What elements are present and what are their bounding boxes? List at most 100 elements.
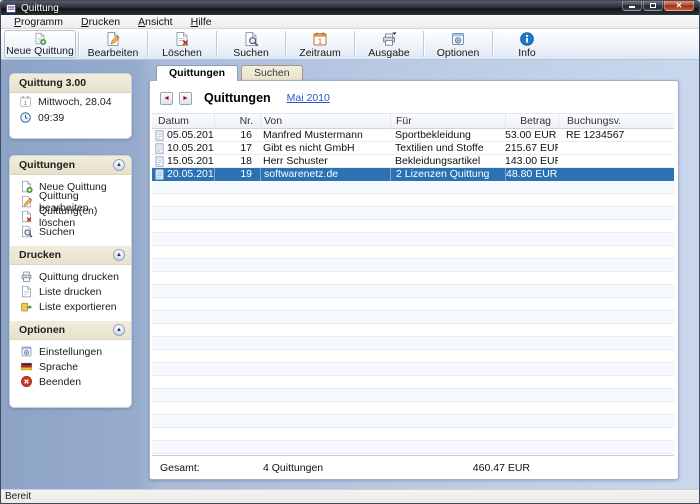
minimize-icon xyxy=(629,6,635,8)
tab-suchen[interactable]: Suchen xyxy=(241,65,303,81)
app-icon xyxy=(6,3,17,14)
section-header-quittungen[interactable]: Quittungen ▲ xyxy=(10,156,131,175)
column-header-datum[interactable]: Datum xyxy=(152,114,214,129)
column-header-nr[interactable]: Nr. xyxy=(214,114,260,129)
menu-bar: Programm Drucken Ansicht Hilfe xyxy=(1,15,699,29)
toolbar-output-button[interactable]: Ausgabe xyxy=(356,29,422,59)
toolbar-edit-button[interactable]: Bearbeiten xyxy=(80,29,146,59)
toolbar-separator xyxy=(492,31,493,57)
toolbar-search-button[interactable]: Suchen xyxy=(218,29,284,59)
cell-nr: 17 xyxy=(214,142,260,155)
toolbar-button-label: Ausgabe xyxy=(368,47,409,59)
toolbar-separator xyxy=(423,31,424,57)
sidebar-item-label: Suchen xyxy=(39,226,75,238)
toolbar-info-button[interactable]: Info xyxy=(494,29,560,59)
period-link[interactable]: Mai 2010 xyxy=(287,92,330,104)
receipt-doc-icon xyxy=(155,130,164,141)
sidebar-item-liste-exportieren[interactable]: Liste exportieren xyxy=(10,299,131,314)
clock-icon xyxy=(19,111,32,124)
toolbar-button-label: Optionen xyxy=(437,47,480,59)
cell-fuer: 2 Lizenzen Quittung xyxy=(390,168,505,181)
printer-icon xyxy=(381,31,397,47)
cell-buchungsv: RE 1234567 xyxy=(558,129,674,142)
toolbar-separator xyxy=(216,31,217,57)
receipt-doc-icon xyxy=(155,143,164,154)
export-icon xyxy=(20,300,33,313)
column-header-fuer[interactable]: Für xyxy=(390,114,505,129)
info-icon xyxy=(519,31,535,47)
close-icon: ✕ xyxy=(676,2,683,10)
previous-month-button[interactable]: ◄ xyxy=(160,92,173,105)
maximize-icon xyxy=(650,3,656,8)
menu-programm[interactable]: Programm xyxy=(5,15,72,29)
toolbar-period-button[interactable]: 1 Zeitraum xyxy=(287,29,353,59)
tab-strip: Quittungen Suchen xyxy=(149,65,679,81)
toolbar-button-label: Zeitraum xyxy=(299,47,340,59)
close-button[interactable]: ✕ xyxy=(664,1,694,11)
toolbar-separator xyxy=(285,31,286,57)
minimize-button[interactable] xyxy=(622,1,642,11)
edit-receipt-icon xyxy=(105,31,121,47)
section-header-optionen[interactable]: Optionen ▲ xyxy=(10,321,131,340)
edit-receipt-icon xyxy=(20,195,33,208)
collapse-icon[interactable]: ▲ xyxy=(113,249,125,261)
table-row-selected[interactable]: 20.05.2010 19 softwarenetz.de 2 Lizenzen… xyxy=(152,168,674,181)
section-title: Optionen xyxy=(19,324,65,336)
sidebar-item-sprache[interactable]: Sprache xyxy=(10,359,131,374)
status-text: Bereit xyxy=(5,491,31,502)
toolbar-separator xyxy=(147,31,148,57)
receipt-count: 4 Quittungen xyxy=(260,462,390,474)
receipts-panel: ◄ ► Quittungen Mai 2010 Datum Nr. Von Fü… xyxy=(149,80,679,480)
toolbar: Neue Quittung Bearbeiten Löschen xyxy=(1,29,699,60)
column-header-buchungsv[interactable]: Buchungsv. xyxy=(558,114,674,129)
svg-text:1: 1 xyxy=(24,101,27,107)
cell-betrag: 53.00 EUR xyxy=(505,129,558,142)
maximize-button[interactable] xyxy=(643,1,663,11)
toolbar-options-button[interactable]: Optionen xyxy=(425,29,491,59)
date-row: 1 Mittwoch, 28.04 xyxy=(10,93,131,109)
svg-text:1: 1 xyxy=(318,36,322,45)
cell-datum: 05.05.2010 xyxy=(167,129,214,142)
cell-datum: 15.05.2010 xyxy=(167,155,214,168)
window-controls: ✕ xyxy=(622,1,694,11)
toolbar-separator xyxy=(78,31,79,57)
sidebar-item-quittung-drucken[interactable]: Quittung drucken xyxy=(10,269,131,284)
menu-hilfe[interactable]: Hilfe xyxy=(182,15,221,29)
delete-receipt-icon xyxy=(174,31,190,47)
sidebar-item-quittung-loeschen[interactable]: Quittung(en) löschen xyxy=(10,209,131,224)
sidebar-item-liste-drucken[interactable]: Liste drucken xyxy=(10,284,131,299)
cell-betrag: 215.67 EUR xyxy=(505,142,558,155)
column-header-betrag[interactable]: Betrag xyxy=(505,114,558,129)
settings-icon xyxy=(450,31,466,47)
toolbar-button-label: Info xyxy=(518,47,536,59)
cell-datum: 10.05.2010 xyxy=(167,142,214,155)
toolbar-new-receipt-button[interactable]: Neue Quittung xyxy=(4,30,76,58)
table-row[interactable]: 05.05.2010 16 Manfred Mustermann Sportbe… xyxy=(152,129,674,142)
section-header-drucken[interactable]: Drucken ▲ xyxy=(10,246,131,265)
collapse-icon[interactable]: ▲ xyxy=(113,159,125,171)
menu-drucken[interactable]: Drucken xyxy=(72,15,129,29)
toolbar-button-label: Neue Quittung xyxy=(6,45,74,57)
table-row[interactable]: 10.05.2010 17 Gibt es nicht GmbH Textili… xyxy=(152,142,674,155)
sidebar-item-beenden[interactable]: Beenden xyxy=(10,374,131,389)
sidebar-info-panel: Quittung 3.00 1 Mittwoch, 28.04 09:39 xyxy=(9,73,132,139)
total-label: Gesamt: xyxy=(152,462,214,474)
column-header-von[interactable]: Von xyxy=(260,114,390,129)
table-row[interactable]: 15.05.2010 18 Herr Schuster Bekleidungsa… xyxy=(152,155,674,168)
window-title: Quittung xyxy=(21,3,59,14)
calendar-icon: 1 xyxy=(312,31,328,47)
sidebar-item-einstellungen[interactable]: Einstellungen xyxy=(10,344,131,359)
toolbar-delete-button[interactable]: Löschen xyxy=(149,29,215,59)
cell-betrag: 143.00 EUR xyxy=(505,155,558,168)
cell-von: softwarenetz.de xyxy=(260,168,390,181)
sidebar-item-label: Quittung drucken xyxy=(39,271,119,283)
collapse-icon[interactable]: ▲ xyxy=(113,324,125,336)
panel-header: ◄ ► Quittungen Mai 2010 xyxy=(150,81,678,111)
menu-ansicht[interactable]: Ansicht xyxy=(129,15,181,29)
sidebar-item-label: Einstellungen xyxy=(39,346,102,358)
next-month-button[interactable]: ► xyxy=(179,92,192,105)
receipt-doc-icon xyxy=(155,156,164,167)
tab-quittungen[interactable]: Quittungen xyxy=(156,65,238,81)
section-title: Drucken xyxy=(19,249,61,261)
cell-von: Manfred Mustermann xyxy=(260,129,390,142)
